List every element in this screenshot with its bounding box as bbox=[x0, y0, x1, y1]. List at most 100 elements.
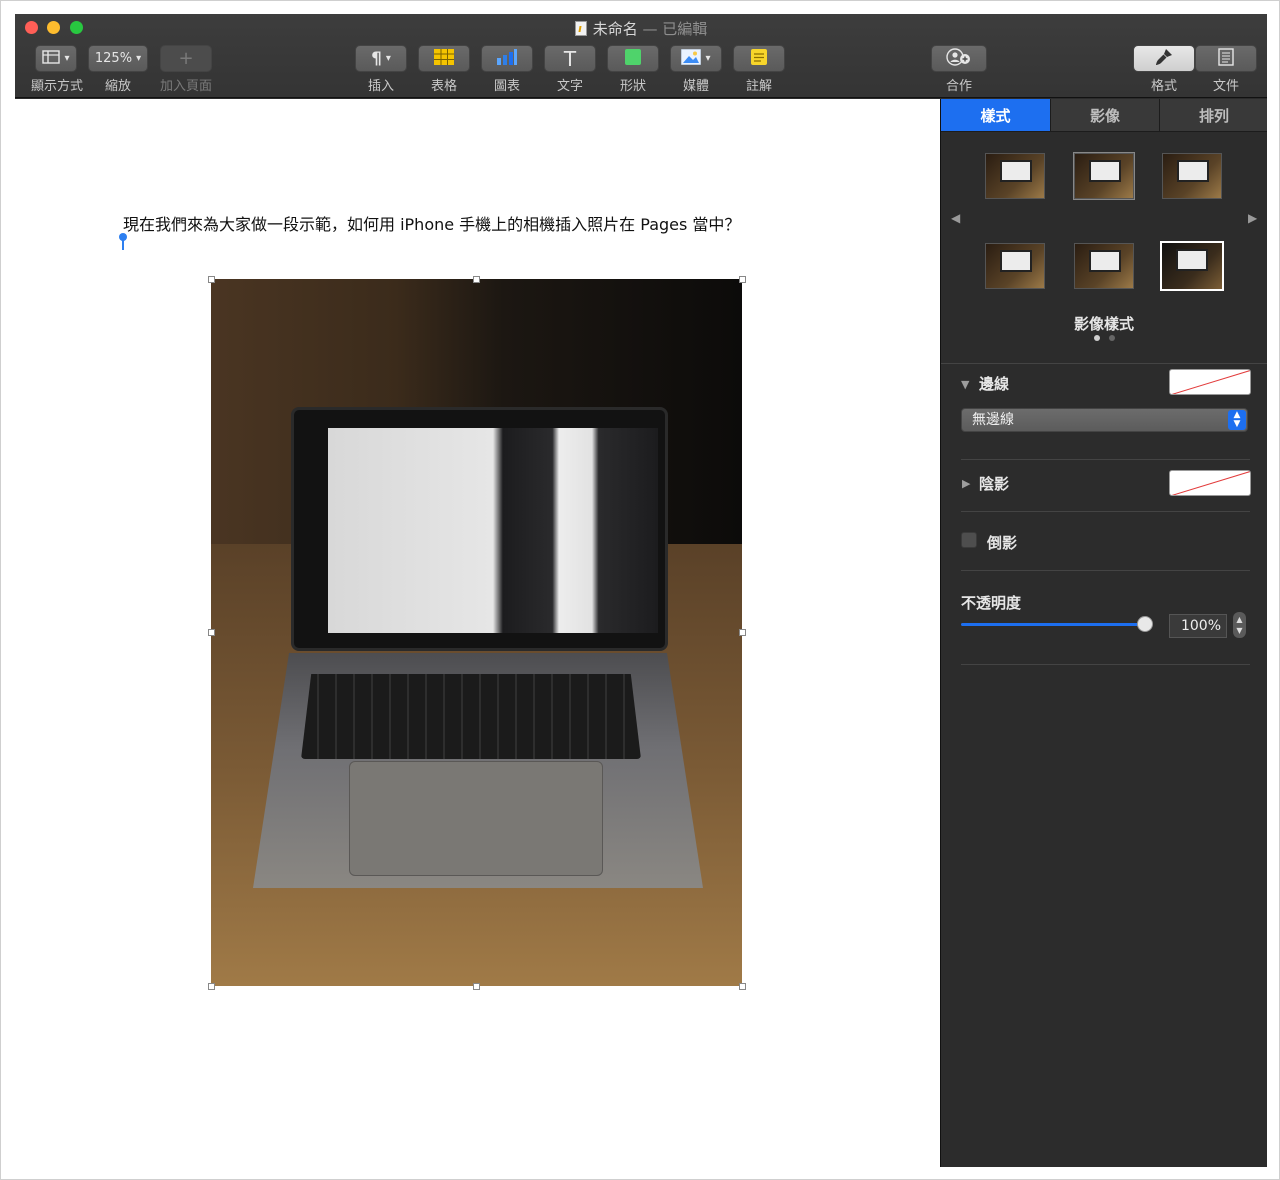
reflection-checkbox[interactable] bbox=[961, 532, 977, 548]
paintbrush-icon bbox=[1155, 48, 1173, 70]
photo-laptop-display bbox=[328, 428, 658, 633]
table-label: 表格 bbox=[430, 79, 457, 94]
style-next-arrow-icon[interactable]: ▶ bbox=[1248, 211, 1257, 225]
document-name: 未命名 bbox=[592, 20, 638, 38]
border-style-select[interactable]: 無邊線 ▲ ▼ bbox=[961, 408, 1248, 432]
note-icon bbox=[750, 48, 768, 70]
opacity-slider-knob[interactable] bbox=[1137, 616, 1153, 632]
table-icon bbox=[434, 48, 454, 69]
format-button[interactable] bbox=[1133, 45, 1195, 72]
resize-handle-right[interactable] bbox=[739, 629, 746, 636]
disclosure-collapsed-icon[interactable]: ▶ bbox=[962, 477, 970, 490]
text-button[interactable]: T bbox=[544, 45, 596, 72]
chevron-down-icon: ▾ bbox=[385, 53, 391, 64]
resize-handle-top[interactable] bbox=[473, 276, 480, 283]
border-label: 邊線 bbox=[979, 375, 1010, 393]
table-button[interactable] bbox=[418, 45, 470, 72]
opacity-slider-track[interactable] bbox=[961, 623, 1144, 626]
pages-document-icon bbox=[574, 21, 587, 36]
comment-button[interactable] bbox=[733, 45, 785, 72]
media-label: 媒體 bbox=[682, 79, 709, 94]
opacity-value-field[interactable]: 100% bbox=[1169, 614, 1227, 638]
view-button[interactable]: ▾ bbox=[35, 45, 77, 72]
image-style-thumbnail[interactable] bbox=[1074, 243, 1134, 289]
body-paragraph[interactable]: 現在我們來為大家做一段示範，如何用 iPhone 手機上的相機插入照片在 Pag… bbox=[123, 211, 740, 235]
style-previous-arrow-icon[interactable]: ◀ bbox=[951, 211, 960, 225]
select-arrows-icon: ▲ ▼ bbox=[1228, 410, 1246, 430]
image-style-thumbnail[interactable] bbox=[985, 153, 1045, 199]
image-style-thumbnail-selected[interactable] bbox=[1160, 241, 1224, 291]
comment-label: 註解 bbox=[745, 79, 772, 94]
opacity-label: 不透明度 bbox=[961, 594, 1022, 612]
sidebar-layout-icon bbox=[42, 49, 61, 68]
media-button[interactable]: ▾ bbox=[670, 45, 722, 72]
resize-handle-top-left[interactable] bbox=[208, 276, 215, 283]
pilcrow-icon: ¶ bbox=[371, 48, 382, 69]
collaborate-label: 合作 bbox=[945, 79, 972, 94]
image-style-thumbnail[interactable] bbox=[1073, 152, 1135, 200]
photo-laptop-trackpad bbox=[349, 761, 603, 876]
text-t-icon: T bbox=[563, 46, 577, 71]
document-canvas[interactable]: 現在我們來為大家做一段示範，如何用 iPhone 手機上的相機插入照片在 Pag… bbox=[15, 99, 940, 1167]
page-dot[interactable] bbox=[1109, 335, 1115, 341]
resize-handle-bottom-left[interactable] bbox=[208, 983, 215, 990]
insert-label: 插入 bbox=[367, 79, 394, 94]
tab-style[interactable]: 樣式 bbox=[941, 99, 1050, 132]
image-styles-title: 影像樣式 bbox=[1073, 315, 1134, 333]
photo-icon bbox=[680, 48, 702, 69]
screenshot-frame: 未命名 — 已編輯 ▾ 顯示方式 125%▾ 縮放 + 加入頁面 ¶▾ 插入 bbox=[0, 0, 1280, 1180]
chart-button[interactable] bbox=[481, 45, 533, 72]
divider bbox=[961, 511, 1250, 512]
photo-laptop-screen bbox=[291, 407, 668, 651]
divider bbox=[961, 459, 1250, 460]
page-dot-active[interactable] bbox=[1094, 335, 1100, 341]
resize-handle-left[interactable] bbox=[208, 629, 215, 636]
bar-chart-icon bbox=[496, 48, 518, 69]
divider bbox=[941, 363, 1267, 364]
zoom-value: 125% bbox=[94, 51, 133, 66]
disclosure-expanded-icon[interactable]: ▼ bbox=[961, 378, 969, 391]
divider bbox=[961, 664, 1250, 665]
edited-status: 已編輯 bbox=[662, 20, 708, 38]
title-separator: — bbox=[642, 20, 658, 38]
resize-handle-bottom[interactable] bbox=[473, 983, 480, 990]
add-page-label: 加入頁面 bbox=[159, 79, 212, 94]
shadow-color-swatch[interactable] bbox=[1169, 470, 1251, 496]
square-shape-icon bbox=[624, 48, 642, 70]
pages-window: 未命名 — 已編輯 ▾ 顯示方式 125%▾ 縮放 + 加入頁面 ¶▾ 插入 bbox=[15, 14, 1267, 1167]
image-style-thumbnail[interactable] bbox=[985, 243, 1045, 289]
text-insertion-cursor bbox=[119, 233, 127, 250]
border-style-value: 無邊線 bbox=[972, 412, 1014, 428]
insert-button[interactable]: ¶ ▾ bbox=[355, 45, 407, 72]
shape-button[interactable] bbox=[607, 45, 659, 72]
chart-label: 圖表 bbox=[493, 79, 520, 94]
photo-laptop-keyboard bbox=[301, 674, 641, 759]
divider bbox=[961, 570, 1250, 571]
chevron-down-icon: ▾ bbox=[705, 53, 711, 64]
document-icon bbox=[1218, 47, 1234, 70]
chevron-down-icon: ▾ bbox=[64, 53, 70, 64]
format-label: 格式 bbox=[1150, 79, 1177, 94]
image-style-thumbnail[interactable] bbox=[1162, 153, 1222, 199]
collaborate-button[interactable] bbox=[931, 45, 987, 72]
document-button[interactable] bbox=[1195, 45, 1257, 72]
text-label: 文字 bbox=[556, 79, 583, 94]
titlebar-toolbar: 未命名 — 已編輯 ▾ 顯示方式 125%▾ 縮放 + 加入頁面 ¶▾ 插入 bbox=[15, 14, 1267, 98]
border-color-swatch[interactable] bbox=[1169, 369, 1251, 395]
reflection-label: 倒影 bbox=[987, 534, 1018, 552]
collaborate-person-icon bbox=[946, 47, 972, 70]
plus-icon: + bbox=[178, 48, 194, 69]
view-label: 顯示方式 bbox=[30, 79, 83, 94]
window-title: 未命名 — 已編輯 bbox=[15, 18, 1267, 39]
resize-handle-bottom-right[interactable] bbox=[739, 983, 746, 990]
inserted-photo[interactable] bbox=[211, 279, 742, 986]
zoom-menu[interactable]: 125% ▾ bbox=[88, 45, 148, 72]
zoom-label: 縮放 bbox=[104, 79, 131, 94]
add-page-button[interactable]: + bbox=[160, 45, 212, 72]
chevron-down-icon: ▾ bbox=[136, 53, 142, 64]
opacity-stepper[interactable]: ▲ ▼ bbox=[1233, 612, 1246, 638]
resize-handle-top-right[interactable] bbox=[739, 276, 746, 283]
shadow-label: 陰影 bbox=[979, 475, 1010, 493]
tab-image[interactable]: 影像 bbox=[1050, 99, 1159, 132]
tab-arrange[interactable]: 排列 bbox=[1159, 99, 1267, 132]
